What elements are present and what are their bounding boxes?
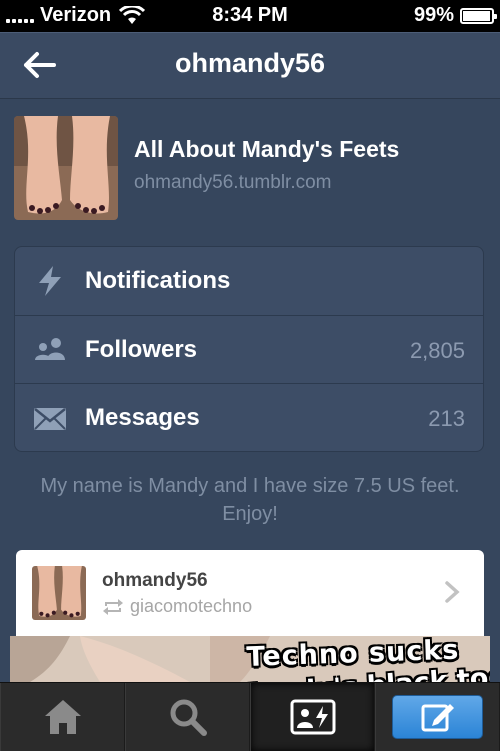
activity-icon [290, 699, 335, 735]
blog-title: All About Mandy's Feets [134, 136, 400, 162]
lightning-icon [39, 266, 61, 296]
blog-description: My name is Mandy and I have size 7.5 US … [40, 475, 460, 525]
post-card[interactable]: ohmandy56 giacomotechno [16, 550, 484, 640]
tab-search[interactable] [125, 683, 250, 751]
reblog-source-label: giacomotechno [130, 596, 253, 616]
post-image[interactable]: Techno sucks Mandy's black toes! [10, 636, 490, 682]
tab-activity[interactable] [250, 683, 375, 751]
tab-bar [0, 682, 500, 751]
menu-item-messages[interactable]: Messages 213 [15, 383, 483, 451]
battery-percent: 99% [413, 4, 454, 26]
compose-icon [421, 704, 454, 732]
chevron-right-icon[interactable] [444, 580, 460, 604]
navigation-bar: ohmandy56 [0, 32, 500, 99]
post-author[interactable]: ohmandy56 [102, 570, 208, 592]
envelope-icon [34, 408, 66, 430]
blog-url[interactable]: ohmandy56.tumblr.com [134, 172, 332, 194]
page-title: ohmandy56 [174, 48, 326, 78]
status-right: 99% [413, 4, 497, 27]
followers-count: 2,805 [409, 338, 465, 363]
home-icon [44, 700, 81, 734]
blog-header[interactable]: All About Mandy's Feets ohmandy56.tumblr… [14, 116, 486, 222]
reblog-icon [103, 598, 123, 615]
status-bar: Verizon 8:34 PM 99% [0, 0, 500, 32]
battery-icon [460, 7, 497, 24]
menu-item-notifications[interactable]: Notifications [15, 247, 483, 315]
blog-avatar[interactable] [14, 116, 118, 220]
post-author-avatar[interactable] [32, 566, 86, 620]
search-icon [170, 699, 207, 736]
post-reblog-source[interactable]: giacomotechno [102, 596, 252, 617]
tab-home[interactable] [0, 683, 125, 751]
menu-item-label: Followers [85, 336, 198, 363]
tab-compose[interactable] [375, 683, 500, 751]
compose-button[interactable] [392, 695, 483, 739]
menu-item-label: Messages [85, 404, 200, 431]
blog-menu: Notifications Followers 2,805 Messages 2… [14, 246, 484, 452]
menu-item-label: Notifications [85, 267, 231, 294]
messages-count: 213 [428, 406, 465, 431]
people-icon [35, 338, 65, 360]
menu-item-followers[interactable]: Followers 2,805 [15, 315, 483, 384]
